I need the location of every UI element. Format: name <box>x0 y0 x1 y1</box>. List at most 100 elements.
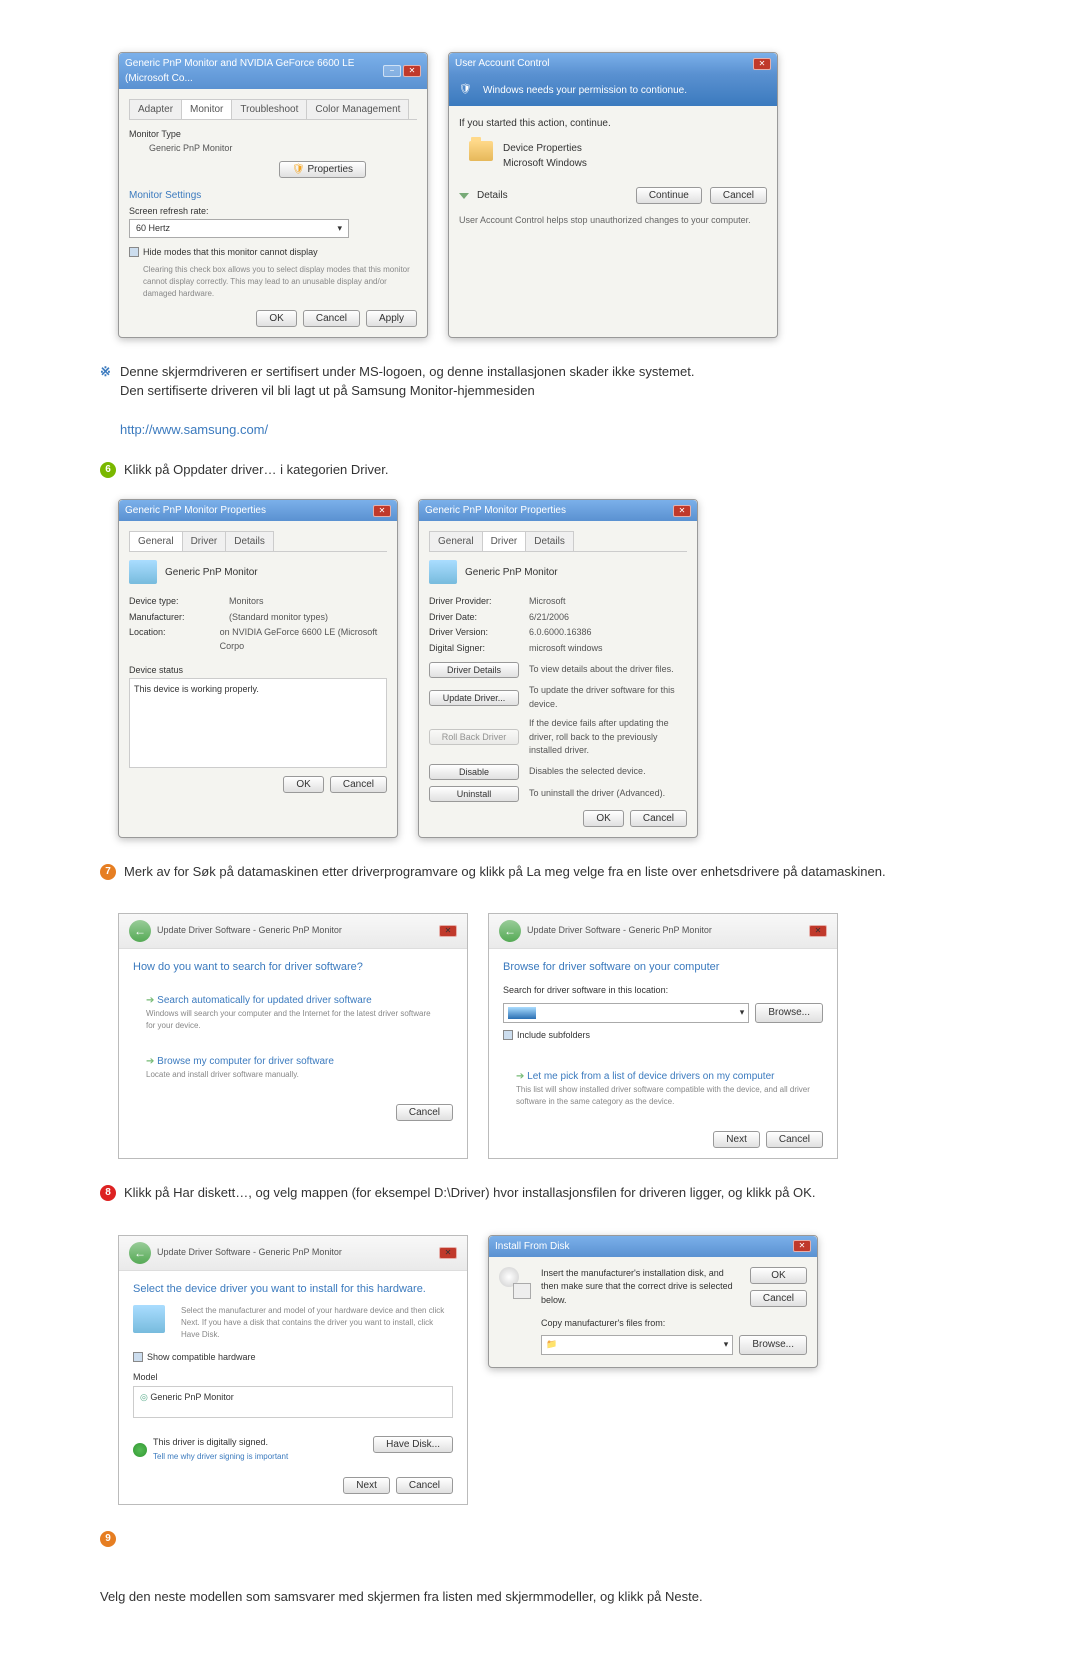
tab-general[interactable]: General <box>129 531 183 551</box>
show-compatible-checkbox[interactable] <box>133 1352 143 1362</box>
titlebar: Generic PnP Monitor Properties ✕ <box>119 500 397 521</box>
browse-button[interactable]: Browse... <box>739 1335 807 1355</box>
titlebar: Generic PnP Monitor Properties ✕ <box>419 500 697 521</box>
next-button[interactable]: Next <box>343 1477 390 1494</box>
refresh-rate-select[interactable]: 60 Hertz▾ <box>129 219 349 239</box>
device-status-label: Device status <box>129 664 387 678</box>
cancel-button[interactable]: Cancel <box>330 776 387 793</box>
location-input[interactable]: ▾ <box>503 1003 749 1023</box>
step-marker-7: 7 <box>100 864 116 880</box>
disk-icon <box>499 1267 531 1299</box>
chevron-down-icon[interactable] <box>459 193 469 199</box>
close-icon[interactable]: ✕ <box>439 1247 457 1259</box>
uac-title: User Account Control <box>455 56 550 71</box>
details-label[interactable]: Details <box>477 188 508 203</box>
properties-button[interactable]: 🛡 Properties <box>279 161 366 178</box>
tab-general[interactable]: General <box>429 531 483 551</box>
update-driver-button[interactable]: Update Driver... <box>429 690 519 706</box>
wizard-title: Select the device driver you want to ins… <box>133 1281 453 1298</box>
copy-from-label: Copy manufacturer's files from: <box>541 1317 807 1331</box>
tab-monitor[interactable]: Monitor <box>181 99 232 119</box>
signed-icon <box>133 1443 147 1457</box>
tab-details[interactable]: Details <box>225 531 274 551</box>
wizard-header: ← Update Driver Software - Generic PnP M… <box>489 914 837 949</box>
close-icon[interactable]: ✕ <box>793 1240 811 1252</box>
copy-path-input[interactable]: 📁▾ <box>541 1335 733 1355</box>
wizard-header: ← Update Driver Software - Generic PnP M… <box>119 1236 467 1271</box>
signing-info-link[interactable]: Tell me why driver signing is important <box>153 1452 288 1461</box>
tab-troubleshoot[interactable]: Troubleshoot <box>231 99 307 119</box>
ok-button[interactable]: OK <box>283 776 323 793</box>
device-status-box: This device is working properly. <box>129 678 387 768</box>
step-6-text: Klikk på Oppdater driver… i kategorien D… <box>124 460 388 480</box>
minimize-icon[interactable]: − <box>383 65 401 77</box>
refresh-rate-label: Screen refresh rate: <box>129 205 417 219</box>
monitor-icon <box>429 560 457 584</box>
update-driver-wizard-search: ← Update Driver Software - Generic PnP M… <box>118 913 468 1159</box>
window-controls: − ✕ <box>383 65 421 77</box>
ok-button[interactable]: OK <box>256 310 296 327</box>
cancel-button[interactable]: Cancel <box>766 1131 823 1148</box>
option-search-auto[interactable]: ➔ Search automatically for updated drive… <box>133 984 453 1041</box>
have-disk-button[interactable]: Have Disk... <box>373 1436 453 1453</box>
model-list[interactable]: ◎ Generic PnP Monitor <box>133 1386 453 1418</box>
tab-driver[interactable]: Driver <box>182 531 227 551</box>
search-label: Search for driver software in this locat… <box>503 984 823 998</box>
cancel-button[interactable]: Cancel <box>303 310 360 327</box>
option-pick-from-list[interactable]: ➔ Let me pick from a list of device driv… <box>503 1060 823 1117</box>
chevron-down-icon: ▾ <box>740 1006 745 1020</box>
step-9-marker: 9 <box>100 1529 1020 1547</box>
close-icon[interactable]: ✕ <box>439 925 457 937</box>
option-browse-computer[interactable]: ➔ Browse my computer for driver software… <box>133 1045 453 1090</box>
samsung-link[interactable]: http://www.samsung.com/ <box>120 422 268 437</box>
close-icon[interactable]: ✕ <box>809 925 827 937</box>
include-subfolders-checkbox[interactable] <box>503 1030 513 1040</box>
monitor-icon <box>133 1305 165 1333</box>
uac-device-props: Device Properties <box>503 141 587 156</box>
titlebar: Generic PnP Monitor and NVIDIA GeForce 6… <box>119 53 427 89</box>
close-icon[interactable]: ✕ <box>403 65 421 77</box>
note-symbol-icon: ※ <box>100 362 114 376</box>
hide-modes-checkbox[interactable] <box>129 247 139 257</box>
chevron-down-icon: ▾ <box>724 1338 729 1352</box>
disable-button[interactable]: Disable <box>429 764 519 780</box>
back-icon[interactable]: ← <box>129 1242 151 1264</box>
note-block: ※ Denne skjermdriveren er sertifisert un… <box>100 362 1020 440</box>
shield-icon: 🛡 <box>459 82 475 98</box>
uac-started-text: If you started this action, continue. <box>459 116 767 131</box>
back-icon[interactable]: ← <box>499 920 521 942</box>
close-icon[interactable]: ✕ <box>673 505 691 517</box>
next-button[interactable]: Next <box>713 1131 760 1148</box>
tab-adapter[interactable]: Adapter <box>129 99 182 119</box>
close-icon[interactable]: ✕ <box>753 58 771 70</box>
arrow-icon: ➔ <box>146 995 154 1006</box>
tab-color-management[interactable]: Color Management <box>306 99 409 119</box>
select-device-driver-wizard: ← Update Driver Software - Generic PnP M… <box>118 1235 468 1506</box>
ok-button[interactable]: OK <box>750 1267 807 1284</box>
titlebar: Install From Disk ✕ <box>489 1236 817 1257</box>
device-props-general: Generic PnP Monitor Properties ✕ General… <box>118 499 398 838</box>
note-line-2: Den sertifiserte driveren vil bli lagt u… <box>120 381 694 401</box>
rollback-button[interactable]: Roll Back Driver <box>429 729 519 745</box>
cancel-button[interactable]: Cancel <box>396 1104 453 1121</box>
close-icon[interactable]: ✕ <box>373 505 391 517</box>
cancel-button[interactable]: Cancel <box>710 187 767 204</box>
driver-details-button[interactable]: Driver Details <box>429 662 519 678</box>
ok-button[interactable]: OK <box>583 810 623 827</box>
back-icon[interactable]: ← <box>129 920 151 942</box>
cancel-button[interactable]: Cancel <box>750 1290 807 1307</box>
uninstall-button[interactable]: Uninstall <box>429 786 519 802</box>
folder-icon: 📁 <box>546 1338 557 1352</box>
uac-headline-banner: 🛡 Windows needs your permission to conti… <box>449 74 777 106</box>
tab-details[interactable]: Details <box>525 531 574 551</box>
input-preview-icon <box>508 1007 536 1019</box>
continue-button[interactable]: Continue <box>636 187 702 204</box>
cancel-button[interactable]: Cancel <box>396 1477 453 1494</box>
model-label: Model <box>133 1371 453 1385</box>
step-marker-9: 9 <box>100 1531 116 1547</box>
tab-driver[interactable]: Driver <box>482 531 527 551</box>
apply-button[interactable]: Apply <box>366 310 417 327</box>
cancel-button[interactable]: Cancel <box>630 810 687 827</box>
wizard-title: How do you want to search for driver sof… <box>133 959 453 976</box>
browse-button[interactable]: Browse... <box>755 1003 823 1023</box>
